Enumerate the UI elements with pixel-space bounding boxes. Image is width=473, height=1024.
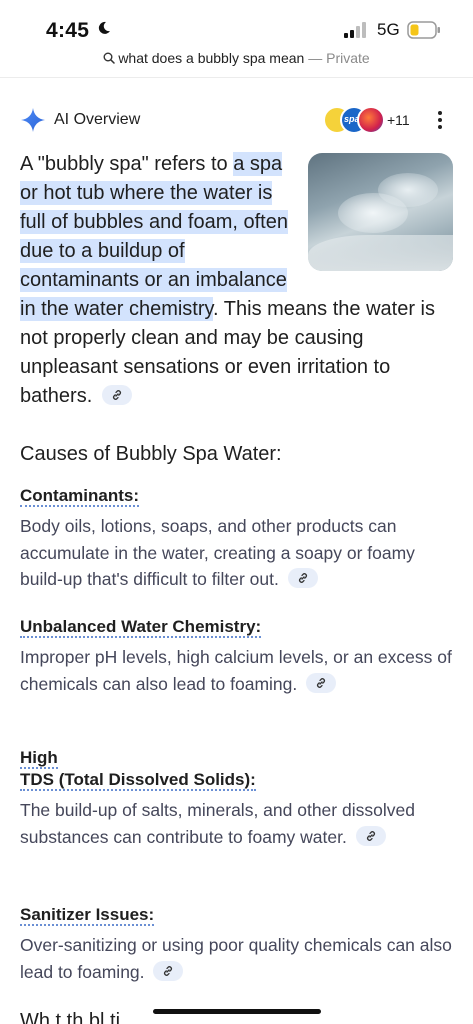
ai-overview-header: AI Overview spa +11 [20, 104, 453, 136]
source-count: +11 [387, 112, 410, 128]
cause-title-line2[interactable]: TDS (Total Dissolved Solids): [20, 770, 256, 791]
url-query: what does a bubbly spa mean [118, 50, 304, 66]
hot-tub-thumbnail[interactable] [308, 153, 453, 271]
citation-link-button[interactable] [306, 673, 336, 693]
summary-intro: A "bubbly spa" refers to [20, 153, 233, 175]
status-time: 4:45 [46, 19, 89, 43]
next-section-heading: Wh t th bl ti [20, 1010, 120, 1024]
battery-icon [407, 21, 441, 39]
status-bar: 4:45 5G [0, 0, 473, 50]
private-label: Private [326, 50, 370, 66]
home-indicator[interactable] [153, 1009, 321, 1014]
url-separator: — [308, 50, 322, 66]
moon-icon [97, 21, 111, 35]
cause-title[interactable]: Contaminants: [20, 486, 139, 507]
cause-body: Over-sanitizing or using poor quality ch… [20, 932, 453, 985]
cause-item: High TDS (Total Dissolved Solids): The b… [20, 747, 453, 850]
link-icon [297, 572, 309, 584]
ai-overview-title: AI Overview [54, 111, 140, 129]
cause-title[interactable]: Unbalanced Water Chemistry: [20, 617, 261, 638]
cause-body: Body oils, lotions, soaps, and other pro… [20, 513, 453, 593]
cause-body: Improper pH levels, high calcium levels,… [20, 644, 453, 697]
link-icon [162, 965, 174, 977]
signal-icon [344, 22, 370, 38]
cause-body-text: Over-sanitizing or using poor quality ch… [20, 935, 452, 982]
summary-paragraph: A "bubbly spa" refers to a spa or hot tu… [20, 150, 453, 411]
citation-link-button[interactable] [356, 826, 386, 846]
cause-body-text: Body oils, lotions, soaps, and other pro… [20, 516, 415, 589]
source-favicon [357, 106, 385, 134]
cause-item: Contaminants: Body oils, lotions, soaps,… [20, 485, 453, 593]
citation-link-button[interactable] [102, 385, 132, 405]
cause-body: The build-up of salts, minerals, and oth… [20, 797, 453, 850]
link-icon [111, 389, 123, 401]
sparkle-icon [20, 107, 46, 133]
search-icon [103, 52, 115, 64]
link-icon [365, 830, 377, 842]
sources-button[interactable]: spa +11 [323, 106, 413, 134]
citation-link-button[interactable] [288, 568, 318, 588]
citation-link-button[interactable] [153, 961, 183, 981]
cause-title[interactable]: Sanitizer Issues: [20, 905, 154, 926]
link-icon [315, 677, 327, 689]
cause-title-line1[interactable]: High [20, 748, 58, 769]
cause-body-text: Improper pH levels, high calcium levels,… [20, 647, 452, 694]
more-vert-icon[interactable] [437, 110, 443, 130]
summary-highlight: a spa or hot tub where the water is full… [20, 152, 288, 321]
cause-item: Unbalanced Water Chemistry: Improper pH … [20, 616, 453, 697]
network-label: 5G [377, 20, 400, 40]
cause-item: Sanitizer Issues: Over-sanitizing or usi… [20, 904, 453, 985]
url-bar[interactable]: what does a bubbly spa mean — Private [0, 50, 473, 78]
causes-heading: Causes of Bubbly Spa Water: [20, 443, 282, 466]
